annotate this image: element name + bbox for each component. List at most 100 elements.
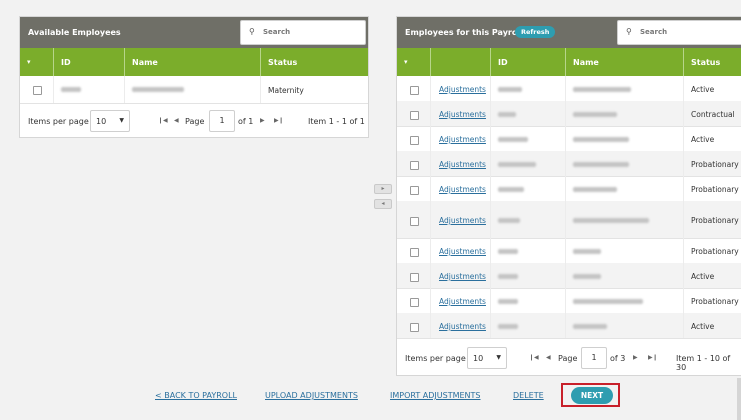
upload-adjustments-link[interactable]: UPLOAD ADJUSTMENTS bbox=[265, 391, 358, 400]
row-checkbox[interactable] bbox=[33, 86, 42, 95]
select-all-menu[interactable]: ▾ bbox=[397, 48, 430, 76]
page-input[interactable]: 1 bbox=[581, 347, 607, 369]
chevron-down-icon: ▼ bbox=[496, 354, 501, 361]
column-status[interactable]: Status bbox=[683, 48, 741, 76]
row-checkbox[interactable] bbox=[410, 161, 419, 170]
employee-status: Active bbox=[691, 85, 715, 94]
adjustments-link[interactable]: Adjustments bbox=[439, 110, 486, 119]
table-row: Adjustments Probationary bbox=[397, 238, 741, 264]
column-status[interactable]: Status bbox=[260, 48, 369, 76]
payroll-employees-header: Employees for this Payroll Refresh ⚲ Sea… bbox=[397, 17, 741, 48]
payroll-pager: Items per page 10 ▼ ❙◀ ◀ Page 1 of 3 ▶ ▶… bbox=[397, 342, 741, 376]
employee-name-redacted bbox=[573, 274, 601, 279]
back-to-payroll-link[interactable]: < BACK TO PAYROLL bbox=[155, 391, 237, 400]
employee-name-redacted bbox=[573, 87, 631, 92]
payroll-table-header: ▾ ID Name Status bbox=[397, 48, 741, 76]
move-left-button[interactable]: ◂ bbox=[374, 199, 392, 209]
column-actions bbox=[430, 48, 491, 76]
page-of-label: of 1 bbox=[238, 117, 254, 126]
row-checkbox[interactable] bbox=[410, 298, 419, 307]
employee-name-redacted bbox=[573, 249, 601, 254]
employee-name-redacted bbox=[573, 162, 629, 167]
item-range-label: Item 1 - 1 of 1 bbox=[308, 117, 365, 126]
employee-id-redacted bbox=[498, 187, 524, 192]
last-page-icon[interactable]: ▶❙ bbox=[648, 354, 658, 361]
chevron-down-icon: ▾ bbox=[27, 58, 31, 66]
employee-id-redacted bbox=[498, 87, 522, 92]
column-name[interactable]: Name bbox=[124, 48, 261, 76]
table-row: Adjustments Active bbox=[397, 76, 741, 102]
employee-id-redacted bbox=[498, 274, 518, 279]
column-id[interactable]: ID bbox=[490, 48, 566, 76]
adjustments-link[interactable]: Adjustments bbox=[439, 160, 486, 169]
import-adjustments-link[interactable]: IMPORT ADJUSTMENTS bbox=[390, 391, 481, 400]
chevron-down-icon: ▼ bbox=[119, 117, 124, 124]
column-id[interactable]: ID bbox=[53, 48, 125, 76]
next-button[interactable]: NEXT bbox=[571, 387, 613, 404]
row-checkbox[interactable] bbox=[410, 86, 419, 95]
table-row: Maternity bbox=[20, 76, 368, 104]
first-page-icon[interactable]: ❙◀ bbox=[158, 117, 168, 124]
select-all-menu[interactable]: ▾ bbox=[20, 48, 53, 76]
page-of-label: of 3 bbox=[610, 354, 626, 363]
next-page-icon[interactable]: ▶ bbox=[633, 354, 638, 361]
employee-status: Probationary bbox=[691, 185, 739, 194]
column-name[interactable]: Name bbox=[565, 48, 684, 76]
next-page-icon[interactable]: ▶ bbox=[260, 117, 265, 124]
employee-status: Probationary bbox=[691, 247, 739, 256]
row-checkbox[interactable] bbox=[410, 248, 419, 257]
delete-link[interactable]: DELETE bbox=[513, 391, 544, 400]
last-page-icon[interactable]: ▶❙ bbox=[274, 117, 284, 124]
first-page-icon[interactable]: ❙◀ bbox=[529, 354, 539, 361]
payroll-employees-panel: Employees for this Payroll Refresh ⚲ Sea… bbox=[396, 16, 741, 376]
employee-status: Active bbox=[691, 135, 715, 144]
table-row: Adjustments Probationary bbox=[397, 288, 741, 314]
table-row: Adjustments Probationary bbox=[397, 201, 741, 239]
items-per-page-label: Items per page bbox=[28, 117, 89, 126]
table-row: Adjustments Probationary bbox=[397, 176, 741, 202]
table-row: Adjustments Active bbox=[397, 263, 741, 289]
page-label: Page bbox=[185, 117, 205, 126]
adjustments-link[interactable]: Adjustments bbox=[439, 297, 486, 306]
row-checkbox[interactable] bbox=[410, 186, 419, 195]
row-checkbox[interactable] bbox=[410, 273, 419, 282]
employee-name-redacted bbox=[573, 299, 643, 304]
employee-name-redacted bbox=[573, 137, 629, 142]
page-input[interactable]: 1 bbox=[209, 110, 235, 132]
row-checkbox[interactable] bbox=[410, 217, 419, 226]
prev-page-icon[interactable]: ◀ bbox=[546, 354, 551, 361]
employee-id-redacted bbox=[498, 299, 518, 304]
employee-status: Active bbox=[691, 272, 715, 281]
row-checkbox[interactable] bbox=[410, 136, 419, 145]
payroll-search-input[interactable]: ⚲ Search bbox=[617, 20, 741, 45]
adjustments-link[interactable]: Adjustments bbox=[439, 322, 486, 331]
search-placeholder: Search bbox=[263, 28, 291, 36]
available-employees-panel: Available Employees ⚲ Search ▾ ID Name S… bbox=[19, 16, 369, 138]
employee-status: Contractual bbox=[691, 110, 735, 119]
employee-id-redacted bbox=[498, 324, 518, 329]
employee-status: Probationary bbox=[691, 160, 739, 169]
row-checkbox[interactable] bbox=[410, 323, 419, 332]
refresh-button[interactable]: Refresh bbox=[515, 26, 556, 38]
adjustments-link[interactable]: Adjustments bbox=[439, 185, 486, 194]
page-size-select[interactable]: 10 ▼ bbox=[467, 347, 507, 369]
page-size-select[interactable]: 10 ▼ bbox=[90, 110, 130, 132]
available-search-input[interactable]: ⚲ Search bbox=[240, 20, 366, 45]
table-row: Adjustments Contractual bbox=[397, 101, 741, 127]
employee-name-redacted bbox=[573, 112, 617, 117]
employee-id-redacted bbox=[498, 218, 520, 223]
adjustments-link[interactable]: Adjustments bbox=[439, 247, 486, 256]
employee-id-redacted bbox=[498, 249, 518, 254]
table-row: Adjustments Active bbox=[397, 126, 741, 152]
prev-page-icon[interactable]: ◀ bbox=[174, 117, 179, 124]
scrollbar[interactable] bbox=[737, 378, 741, 420]
table-row: Adjustments Probationary bbox=[397, 151, 741, 177]
payroll-employees-title: Employees for this Payroll bbox=[405, 28, 523, 37]
row-checkbox[interactable] bbox=[410, 111, 419, 120]
adjustments-link[interactable]: Adjustments bbox=[439, 135, 486, 144]
move-right-button[interactable]: ▸ bbox=[374, 184, 392, 194]
search-icon: ⚲ bbox=[249, 27, 255, 36]
adjustments-link[interactable]: Adjustments bbox=[439, 216, 486, 225]
adjustments-link[interactable]: Adjustments bbox=[439, 85, 486, 94]
adjustments-link[interactable]: Adjustments bbox=[439, 272, 486, 281]
